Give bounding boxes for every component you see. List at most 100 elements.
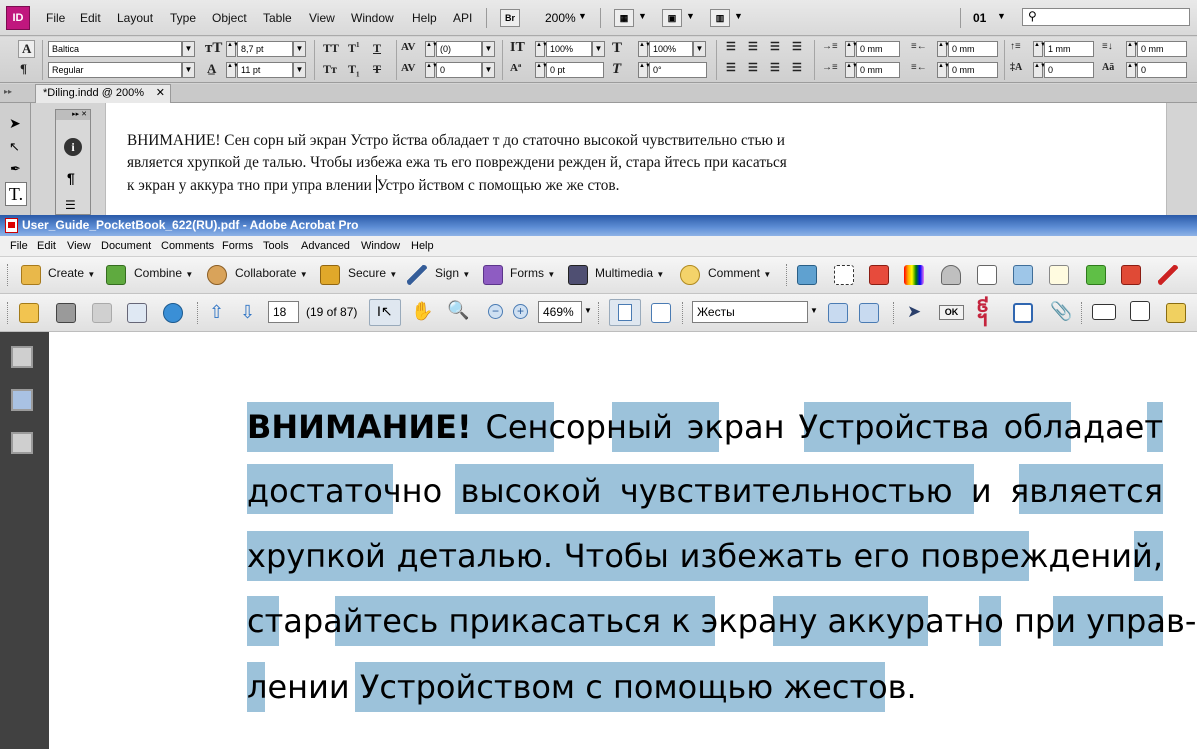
menu-tools[interactable]: Tools <box>263 240 289 252</box>
horizontal-scale-field[interactable]: 100% <box>649 41 693 57</box>
object-select-icon[interactable]: ➤ <box>907 302 921 322</box>
font-style-field[interactable]: Regular <box>48 62 182 78</box>
combine-button[interactable]: Combine ▼ <box>134 266 193 280</box>
pages-icon[interactable] <box>11 346 33 368</box>
menu-comments[interactable]: Comments <box>161 240 214 252</box>
search-input[interactable]: ⚲ <box>1022 8 1190 26</box>
arrange-documents-icon[interactable]: ▥ <box>710 9 730 27</box>
tracking-field[interactable]: 0 <box>436 62 482 78</box>
menu-view[interactable]: View <box>309 11 335 25</box>
stepper-icon[interactable]: ▲▼ <box>1126 41 1139 57</box>
page-number[interactable]: 01 <box>973 11 986 25</box>
save-icon[interactable] <box>92 303 112 323</box>
color-icon[interactable] <box>904 265 924 285</box>
screen-mode-icon[interactable]: ▣ <box>662 9 682 27</box>
bookmarks-icon[interactable] <box>11 389 33 411</box>
stepper-icon[interactable]: ▲▼ <box>845 62 858 78</box>
chevron-down-icon[interactable]: ▼ <box>482 41 495 57</box>
align-center-icon[interactable]: ☰ <box>748 40 758 53</box>
find-previous-icon[interactable] <box>828 303 848 323</box>
align-spine-icon[interactable]: ☰ <box>792 61 802 74</box>
last-line-indent-field[interactable]: 0 mm <box>948 62 998 78</box>
justify-center-icon[interactable]: ☰ <box>726 61 736 74</box>
space-before-field[interactable]: 1 mm <box>1044 41 1094 57</box>
form-edit-icon[interactable] <box>1166 303 1186 323</box>
forms-button[interactable]: Forms ▼ <box>510 266 555 280</box>
menu-object[interactable]: Object <box>212 11 247 25</box>
type-tool-icon[interactable]: T. <box>5 182 27 206</box>
preflight-icon[interactable] <box>941 265 961 285</box>
fix-hairlines-icon[interactable] <box>1013 265 1033 285</box>
chevron-down-icon[interactable]: ▼ <box>693 41 706 57</box>
zoom-out-icon[interactable]: − <box>488 304 503 319</box>
font-family-field[interactable]: Baltica <box>48 41 182 57</box>
stepper-icon[interactable]: ▲▼ <box>638 41 651 57</box>
justify-right-icon[interactable]: ☰ <box>748 61 758 74</box>
close-icon[interactable]: ✕ <box>156 85 165 102</box>
stepper-icon[interactable]: ▲▼ <box>1126 62 1139 78</box>
paragraph-mode-icon[interactable]: ¶ <box>20 61 27 77</box>
selection-tool-icon[interactable]: ➤ <box>9 115 21 132</box>
stepper-icon[interactable]: ▲▼ <box>425 41 438 57</box>
hand-icon[interactable]: ✋ <box>411 301 433 322</box>
create-button[interactable]: Create ▼ <box>48 266 95 280</box>
find-input[interactable]: Жесты <box>692 301 808 323</box>
page-number-input[interactable]: 18 <box>268 301 299 323</box>
stepper-icon[interactable]: ▲▼ <box>535 41 548 57</box>
align-left-icon[interactable]: ☰ <box>726 40 736 53</box>
sign-button[interactable]: Sign ▼ <box>435 266 470 280</box>
crop-pages-icon[interactable] <box>1013 303 1033 323</box>
print-icon[interactable] <box>56 303 76 323</box>
compare-icon[interactable] <box>869 265 889 285</box>
info-icon[interactable]: i <box>64 138 82 156</box>
list-icon[interactable]: ☰ <box>65 198 76 212</box>
select-tool-button[interactable]: I↖ <box>369 299 401 326</box>
paragraph-icon[interactable]: ¶ <box>67 170 75 186</box>
right-indent-field[interactable]: 0 mm <box>948 41 998 57</box>
bridge-button[interactable]: Br <box>500 9 520 27</box>
attach-page-icon[interactable] <box>797 265 817 285</box>
skew-field[interactable]: 0° <box>649 62 707 78</box>
chevron-down-icon[interactable]: ▼ <box>182 62 195 78</box>
fit-width-button[interactable] <box>609 299 641 326</box>
chevron-down-icon[interactable]: ▼ <box>578 11 587 21</box>
chevron-down-icon[interactable]: ▼ <box>997 11 1006 21</box>
chevron-down-icon[interactable]: ▼ <box>810 306 818 315</box>
view-options-icon[interactable]: ▦ <box>614 9 634 27</box>
menu-edit[interactable]: Edit <box>80 11 101 25</box>
stepper-icon[interactable]: ▲▼ <box>1033 41 1046 57</box>
chevron-down-icon[interactable]: ▼ <box>638 11 647 21</box>
menu-edit[interactable]: Edit <box>37 240 56 252</box>
zoom-in-icon[interactable]: + <box>513 304 528 319</box>
stepper-icon[interactable]: ▲▼ <box>226 62 239 78</box>
indesign-text-frame[interactable]: ВНИМАНИЕ! Сен сорн ый экран Устро йства … <box>127 130 997 197</box>
baseline-shift-field[interactable]: 0 pt <box>546 62 604 78</box>
zoom-dropdown[interactable]: 200% <box>545 11 576 25</box>
justify-left-icon[interactable]: ☰ <box>792 40 802 53</box>
stepper-icon[interactable]: ▲▼ <box>535 62 548 78</box>
leading-field[interactable]: 11 pt <box>237 62 293 78</box>
justify-all-icon[interactable]: ☰ <box>770 61 780 74</box>
edit-icon[interactable] <box>1049 265 1069 285</box>
ok-button[interactable]: OK <box>939 305 964 320</box>
drop-cap-chars-field[interactable]: 0 <box>1137 62 1187 78</box>
comment-button[interactable]: Comment ▼ <box>708 266 771 280</box>
menu-forms[interactable]: Forms <box>222 240 253 252</box>
collapse-icon[interactable]: ▸▸ <box>4 87 12 96</box>
chevron-down-icon[interactable]: ▼ <box>482 62 495 78</box>
menu-window[interactable]: Window <box>361 240 400 252</box>
output-preview-icon[interactable] <box>977 265 997 285</box>
loop-tool-icon[interactable]: ᧩ <box>976 299 989 327</box>
stepper-icon[interactable]: ▲▼ <box>638 62 651 78</box>
menu-type[interactable]: Type <box>170 11 196 25</box>
menu-advanced[interactable]: Advanced <box>301 240 350 252</box>
underline-icon[interactable]: T <box>373 41 381 56</box>
fit-page-icon[interactable] <box>651 303 671 323</box>
redact-icon[interactable] <box>1158 265 1178 285</box>
kerning-field[interactable]: (0) <box>436 41 482 57</box>
direct-selection-tool-icon[interactable]: ↖ <box>9 139 20 155</box>
secure-button[interactable]: Secure ▼ <box>348 266 397 280</box>
all-caps-icon[interactable]: TT <box>323 41 339 56</box>
crop-icon[interactable] <box>834 265 854 285</box>
stepper-icon[interactable]: ▲▼ <box>226 41 239 57</box>
